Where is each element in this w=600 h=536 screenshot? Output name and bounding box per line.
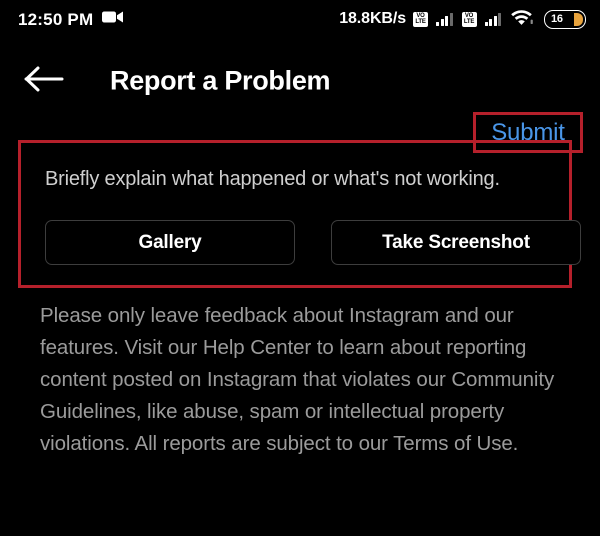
volte-badge-bottom-sim1: LTE: [415, 19, 426, 25]
volte-icon-sim2: VO LTE: [461, 11, 477, 27]
signal-bars-sim1: [436, 12, 453, 26]
videocam-icon: [102, 10, 124, 29]
battery-level-text: 16: [551, 13, 563, 25]
volte-badge-bottom-sim2: LTE: [463, 19, 475, 25]
feedback-disclaimer-text: Please only leave feedback about Instagr…: [40, 304, 555, 455]
wifi-icon: [511, 8, 534, 30]
status-bar-clock: 12:50 PM: [18, 9, 94, 29]
take-screenshot-button[interactable]: Take Screenshot: [331, 220, 581, 265]
report-input-section: Briefly explain what happened or what's …: [18, 140, 581, 288]
signal-bars-sim2: [484, 12, 501, 26]
volte-icon-sim1: VO LTE: [413, 11, 428, 27]
status-bar-left: 12:50 PM: [18, 10, 124, 29]
app-screen: 12:50 PM 18.8KB/s VO LTE VO LTE 16 Repor…: [0, 0, 600, 536]
battery-indicator: 16: [544, 9, 586, 29]
page-title: Report a Problem: [110, 65, 331, 96]
gallery-button-label: Gallery: [138, 231, 202, 253]
gallery-button[interactable]: Gallery: [45, 220, 295, 265]
attachment-button-row: Gallery Take Screenshot: [45, 220, 581, 265]
arrow-left-icon: [24, 65, 64, 98]
status-bar: 12:50 PM 18.8KB/s VO LTE VO LTE 16: [0, 0, 600, 38]
back-button[interactable]: [24, 64, 68, 98]
battery-fill: [574, 12, 583, 26]
take-screenshot-button-label: Take Screenshot: [382, 231, 530, 253]
app-header: Report a Problem Submit: [0, 50, 600, 153]
status-bar-right: 18.8KB/s VO LTE VO LTE 16: [339, 8, 586, 30]
network-speed-indicator: 18.8KB/s: [339, 10, 406, 27]
problem-description-input[interactable]: Briefly explain what happened or what's …: [45, 168, 500, 191]
